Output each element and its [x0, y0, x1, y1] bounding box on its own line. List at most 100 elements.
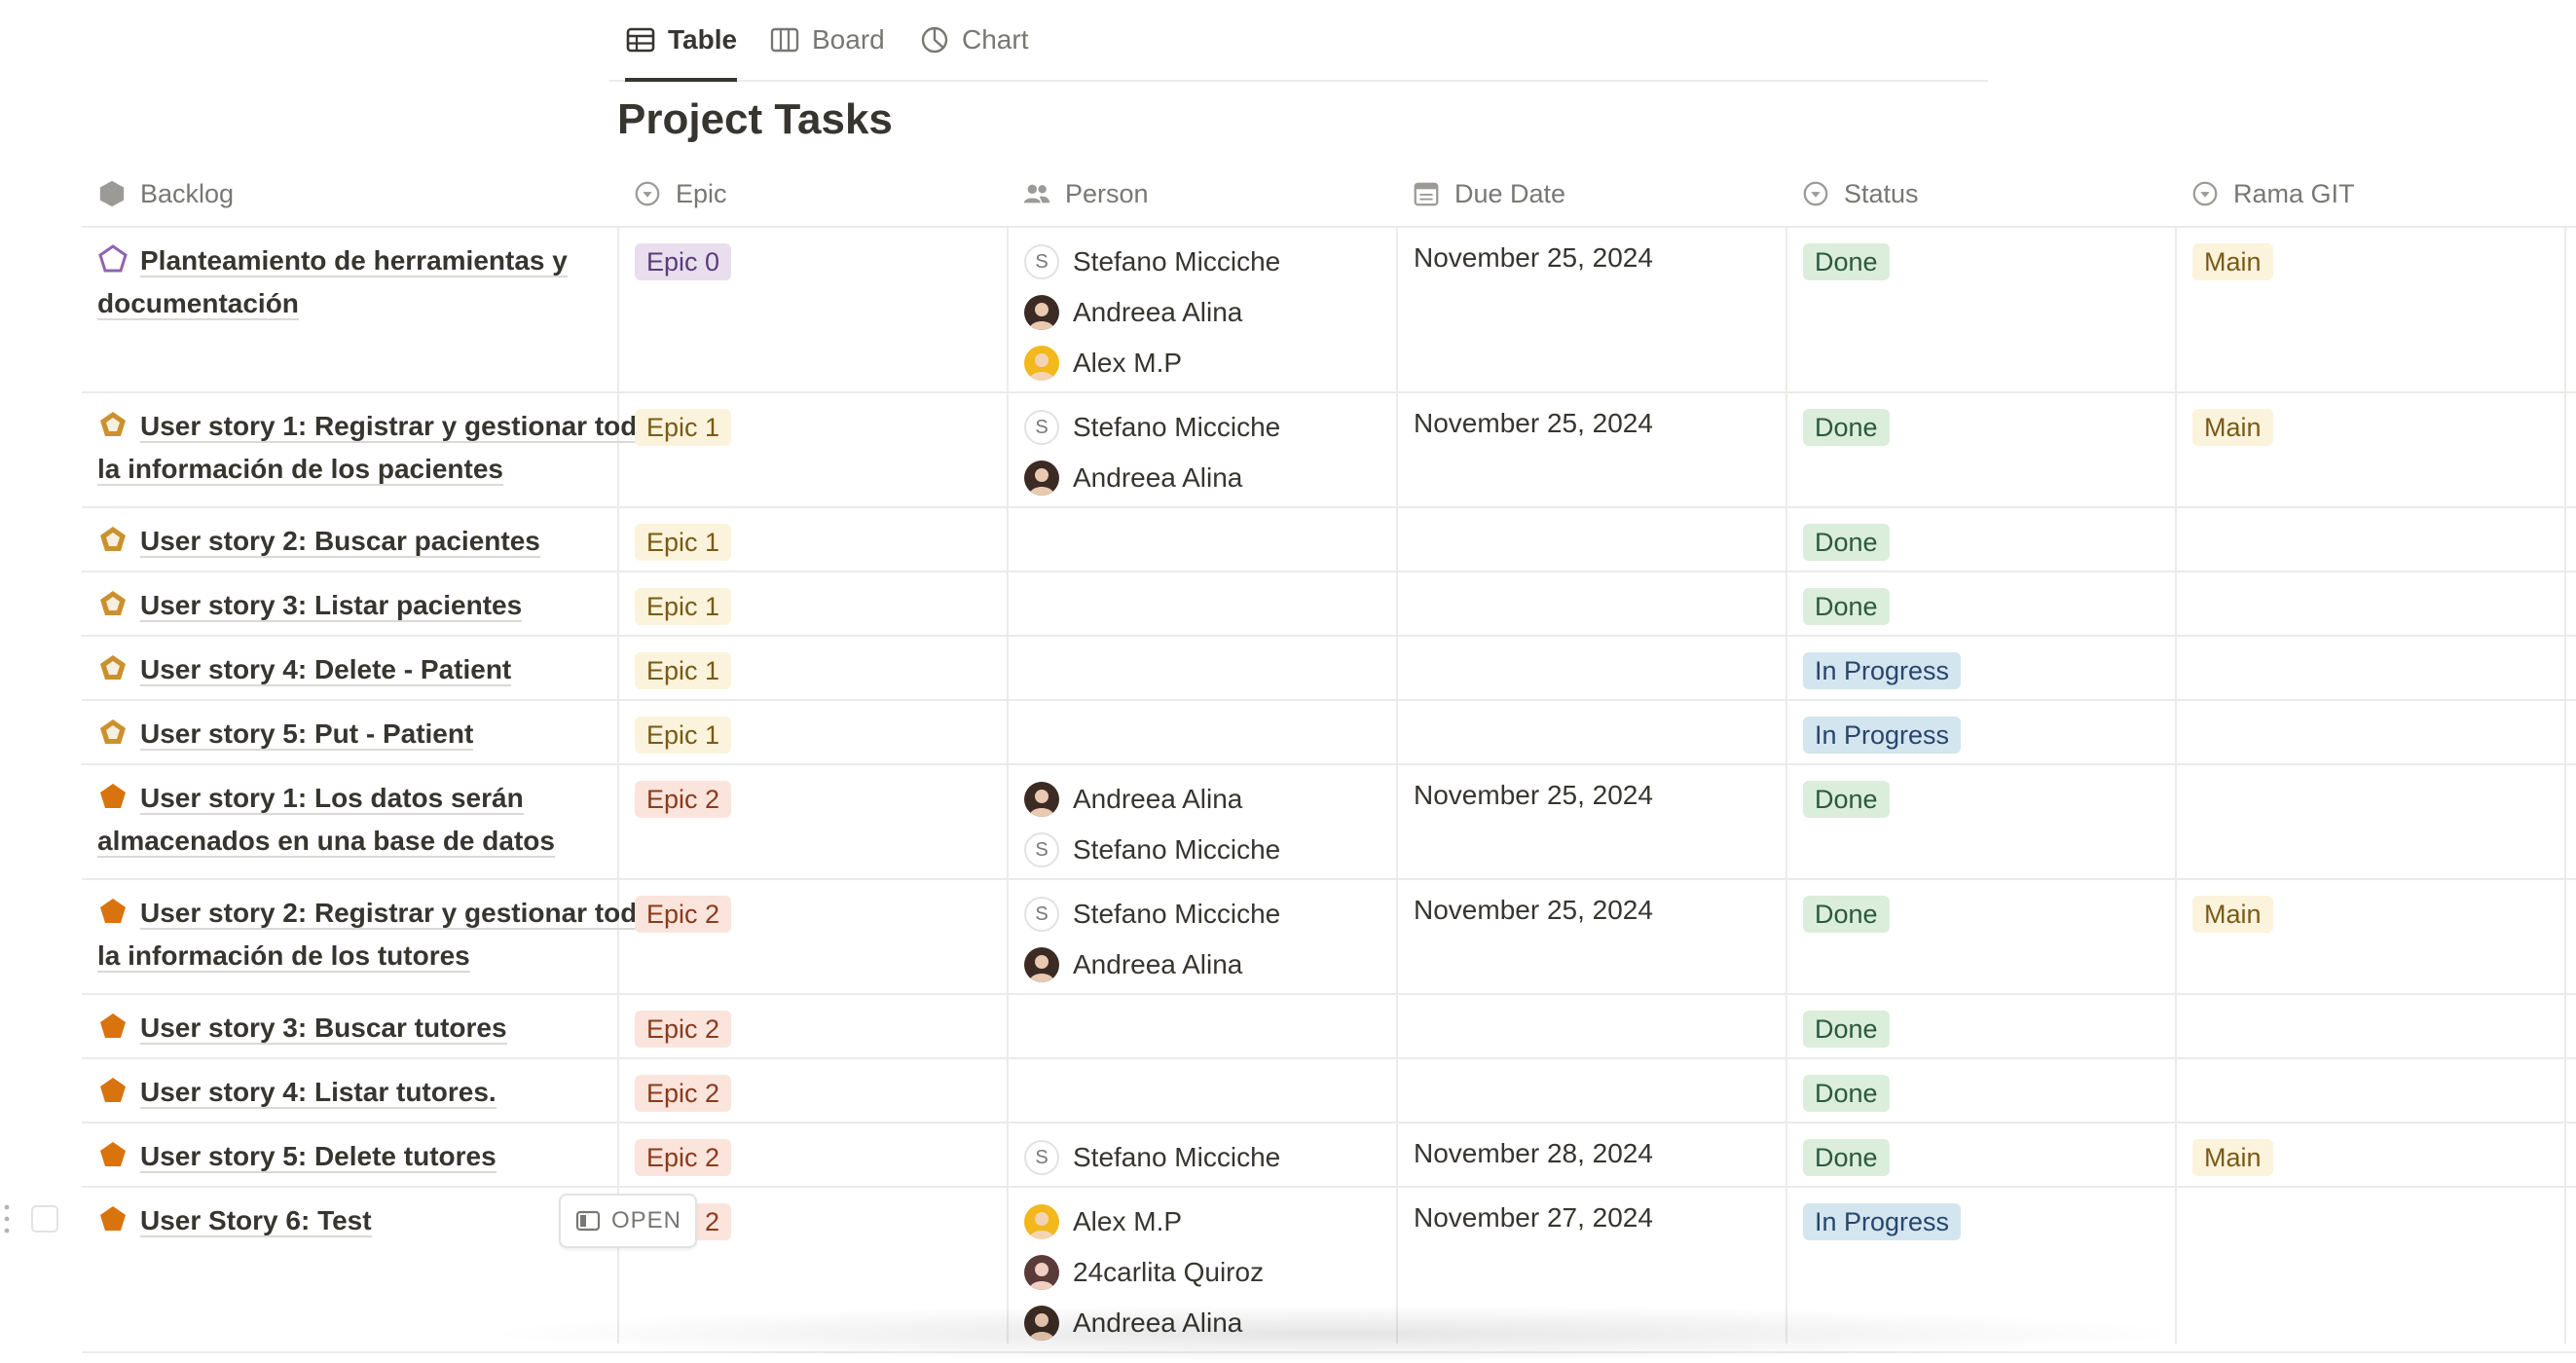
epic-cell[interactable]: Epic 1	[635, 699, 732, 754]
table-row[interactable]: User story 3: Listar pacientes Epic 1 Do…	[82, 571, 2576, 637]
status-cell[interactable]: Done	[1803, 391, 1890, 446]
epic-cell[interactable]: Epic 1	[635, 391, 732, 446]
task-name-cell[interactable]: User story 2: Registrar y gestionar toda…	[97, 878, 662, 977]
status-cell[interactable]: In Progress	[1803, 699, 1962, 754]
task-name[interactable]: User story 2: Registrar y gestionar toda…	[97, 898, 652, 973]
task-name[interactable]: User story 5: Put - Patient	[140, 718, 474, 751]
status-cell[interactable]: Done	[1803, 506, 1890, 561]
person-cell[interactable]: S Stefano Micciche Andreea Alina	[1024, 878, 1280, 990]
task-name-cell[interactable]: User story 3: Listar pacientes	[97, 571, 662, 627]
status-cell[interactable]: Done	[1803, 1122, 1890, 1176]
table-row[interactable]: User story 2: Registrar y gestionar toda…	[82, 878, 2576, 995]
due-date-cell[interactable]: November 28, 2024	[1414, 1122, 1653, 1169]
status-cell[interactable]: Done	[1803, 571, 1890, 625]
table-icon	[626, 27, 655, 53]
status-cell[interactable]: Done	[1803, 763, 1890, 818]
rama-git-cell[interactable]: Main	[2192, 391, 2273, 446]
epic-cell[interactable]: Epic 2	[635, 878, 732, 933]
task-name-cell[interactable]: User story 4: Listar tutores.	[97, 1057, 662, 1114]
table-row[interactable]: User story 3: Buscar tutores Epic 2 Done	[82, 993, 2576, 1059]
person-item: Alex M.P	[1024, 338, 1280, 388]
due-date-cell[interactable]: November 25, 2024	[1414, 763, 1653, 811]
task-name[interactable]: User Story 6: Test	[140, 1205, 372, 1237]
task-name[interactable]: User story 3: Listar pacientes	[140, 590, 523, 622]
epic-cell[interactable]: Epic 2	[635, 1122, 732, 1176]
pentagon-icon	[100, 412, 126, 436]
table-row[interactable]: User story 1: Los datos serán almacenado…	[82, 763, 2576, 880]
task-name[interactable]: User story 4: Delete - Patient	[140, 654, 512, 686]
task-name-cell[interactable]: User story 5: Delete tutores	[97, 1122, 662, 1178]
avatar: S	[1024, 410, 1059, 445]
drag-handle-icon[interactable]	[0, 1199, 14, 1238]
column-header-backlog[interactable]: Backlog	[97, 162, 234, 226]
task-name[interactable]: User story 1: Registrar y gestionar toda…	[97, 411, 652, 486]
task-name-cell[interactable]: User story 5: Put - Patient	[97, 699, 662, 755]
rama-git-cell[interactable]: Main	[2192, 1122, 2273, 1176]
task-name[interactable]: User story 4: Listar tutores.	[140, 1077, 497, 1109]
epic-cell[interactable]: Epic 2	[635, 1057, 732, 1112]
status-cell[interactable]: Done	[1803, 993, 1890, 1048]
status-cell[interactable]: In Progress	[1803, 635, 1962, 689]
rama-git-tag: Main	[2192, 409, 2273, 446]
person-cell[interactable]: S Stefano Micciche Andreea Alina Alex M.P	[1024, 226, 1280, 388]
avatar	[1024, 1204, 1059, 1239]
status-badge: Done	[1803, 1075, 1890, 1112]
person-item: 24carlita Quiroz	[1024, 1247, 1264, 1298]
epic-cell[interactable]: Epic 0	[635, 226, 732, 280]
task-name[interactable]: User story 3: Buscar tutores	[140, 1013, 507, 1045]
status-cell[interactable]: Done	[1803, 878, 1890, 933]
table-row[interactable]: User story 2: Buscar pacientes Epic 1 Do…	[82, 506, 2576, 572]
status-badge: In Progress	[1803, 1203, 1962, 1240]
task-name-cell[interactable]: User story 1: Registrar y gestionar toda…	[97, 391, 662, 491]
rama-git-cell[interactable]: Main	[2192, 226, 2273, 280]
table-row[interactable]: User story 5: Put - Patient Epic 1 In Pr…	[82, 699, 2576, 765]
epic-cell[interactable]: Epic 2	[635, 993, 732, 1048]
table-row[interactable]: User story 5: Delete tutores Epic 2 S Stef…	[82, 1122, 2576, 1188]
task-name[interactable]: User story 5: Delete tutores	[140, 1141, 497, 1173]
epic-cell[interactable]: Epic 2	[635, 763, 732, 818]
epic-cell[interactable]: Epic 1	[635, 506, 732, 561]
task-name-cell[interactable]: User story 2: Buscar pacientes	[97, 506, 662, 563]
avatar	[1024, 460, 1059, 496]
tab-chart[interactable]: Chart	[919, 0, 1028, 80]
due-date-cell[interactable]: November 25, 2024	[1414, 391, 1653, 439]
tab-table[interactable]: Table	[625, 0, 738, 82]
task-name[interactable]: User story 1: Los datos serán almacenado…	[97, 783, 555, 858]
table-row[interactable]: User story 1: Registrar y gestionar toda…	[82, 391, 2576, 508]
column-header-due-date[interactable]: Due Date	[1412, 162, 1565, 226]
task-name-cell[interactable]: User story 4: Delete - Patient	[97, 635, 662, 691]
open-button[interactable]: OPEN	[559, 1194, 698, 1248]
rama-git-cell[interactable]: Main	[2192, 878, 2273, 933]
task-name-cell[interactable]: Planteamiento de herramientas y document…	[97, 226, 662, 325]
table-row[interactable]: User story 4: Listar tutores. Epic 2 Don…	[82, 1057, 2576, 1124]
column-header-rama-git[interactable]: Rama GIT	[2190, 162, 2355, 226]
row-select-checkbox[interactable]	[31, 1205, 58, 1233]
due-date-cell[interactable]: November 25, 2024	[1414, 226, 1653, 274]
status-cell[interactable]: In Progress	[1803, 1186, 1962, 1240]
task-name[interactable]: Planteamiento de herramientas y document…	[97, 245, 568, 320]
epic-cell[interactable]: Epic 1	[635, 635, 732, 689]
due-date-cell[interactable]: November 25, 2024	[1414, 878, 1653, 926]
table-row[interactable]: User story 4: Delete - Patient Epic 1 In…	[82, 635, 2576, 701]
status-badge: Done	[1803, 896, 1890, 933]
pentagon-icon	[100, 1142, 126, 1166]
page-title: Project Tasks	[617, 95, 893, 143]
rama-git-tag: Main	[2192, 243, 2273, 280]
tab-board[interactable]: Board	[769, 0, 885, 80]
task-name[interactable]: User story 2: Buscar pacientes	[140, 526, 540, 558]
column-header-status[interactable]: Status	[1801, 162, 1919, 226]
due-date-cell[interactable]: November 27, 2024	[1414, 1186, 1653, 1234]
status-cell[interactable]: Done	[1803, 1057, 1890, 1112]
epic-cell[interactable]: Epic 1	[635, 571, 732, 625]
person-cell[interactable]: Andreea Alina S Stefano Micciche	[1024, 763, 1280, 875]
avatar: S	[1024, 832, 1059, 867]
table-row[interactable]: Planteamiento de herramientas y document…	[82, 226, 2576, 393]
person-name: Alex M.P	[1073, 348, 1183, 378]
task-name-cell[interactable]: User story 1: Los datos serán almacenado…	[97, 763, 662, 863]
person-cell[interactable]: S Stefano Micciche	[1024, 1122, 1280, 1183]
column-header-person[interactable]: Person	[1022, 162, 1149, 226]
person-cell[interactable]: S Stefano Micciche Andreea Alina	[1024, 391, 1280, 503]
task-name-cell[interactable]: User story 3: Buscar tutores	[97, 993, 662, 1050]
status-cell[interactable]: Done	[1803, 226, 1890, 280]
column-header-epic[interactable]: Epic	[633, 162, 727, 226]
